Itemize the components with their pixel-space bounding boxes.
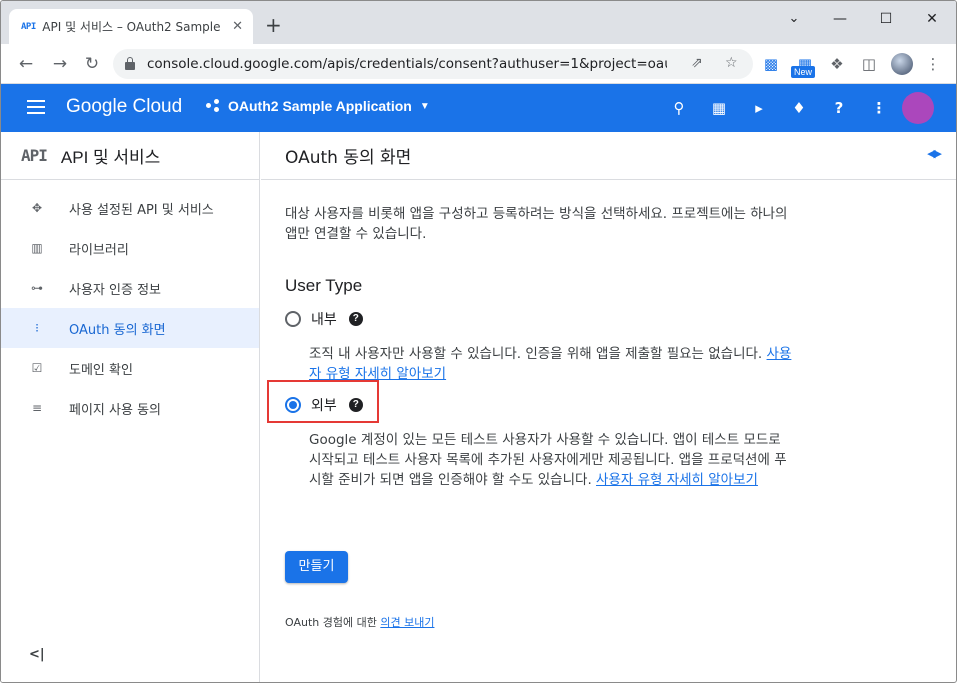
browser-tab[interactable]: API API 및 서비스 – OAuth2 Sample ✕ [9,9,253,44]
new-badge: New [791,66,816,78]
external-learn-more-link[interactable]: 사용자 유형 자세히 알아보기 [596,472,758,488]
internal-description: 조직 내 사용자만 사용할 수 있습니다. 인증을 위해 앱을 제출할 필요는 … [309,344,794,384]
internal-option[interactable]: 내부 ? [285,309,363,329]
collapse-sidebar-icon[interactable]: <| [29,647,45,662]
tab-strip: API API 및 서비스 – OAuth2 Sample ✕ + ⌄ — ☐ … [1,1,956,44]
external-radio[interactable] [285,397,301,413]
address-bar[interactable]: console.cloud.google.com/apis/credential… [113,49,753,79]
chrome-menu-icon[interactable]: ⋮ [921,52,945,76]
user-avatar[interactable] [902,92,934,124]
search-icon[interactable]: ⚲ [668,97,690,119]
sidebar-item-page-usage-agreements[interactable]: ≡ 페이지 사용 동의 [1,388,259,428]
project-name: OAuth2 Sample Application [228,98,412,114]
reload-button[interactable]: ↻ [81,53,103,75]
new-tab-button[interactable]: + [265,15,282,35]
share-icon[interactable]: ⇗ [691,55,703,71]
external-label[interactable]: 외부 [311,395,337,415]
consent-icon: ⁝ [35,321,39,335]
internal-label[interactable]: 내부 [311,309,337,329]
sidebar-item-credentials[interactable]: ⊶ 사용자 인증 정보 [1,268,259,308]
user-type-heading: User Type [285,276,363,295]
intro-text: 대상 사용자를 비롯해 앱을 구성하고 등록하려는 방식을 선택하세요. 프로젝… [285,206,788,242]
internal-help-icon[interactable]: ? [348,312,363,326]
tab-close-icon[interactable]: ✕ [232,19,243,34]
google-cloud-logo[interactable]: Google Cloud [66,96,182,118]
project-selector[interactable]: OAuth2 Sample Application ▼ [206,98,430,114]
cloud-shell-icon[interactable]: ▸ [748,97,770,119]
checkbox-icon: ☑ [31,361,43,375]
sidebar-item-label: 페이지 사용 동의 [69,402,161,418]
maximize-button[interactable]: ☐ [863,9,909,29]
translate-extension-icon[interactable]: ▩ [759,52,783,76]
settings-list-icon: ≡ [31,401,43,415]
gift-icon[interactable]: ▦ [708,97,730,119]
chevron-down-icon: ▼ [419,100,430,112]
browser-toolbar: ← → ↻ console.cloud.google.com/apis/cred… [1,44,956,84]
sidebar-title: API 및 서비스 [60,148,161,167]
back-button[interactable]: ← [15,53,37,75]
internal-radio[interactable] [285,311,301,327]
sidebar-item-enabled-apis[interactable]: ✥ 사용 설정된 API 및 서비스 [1,188,259,228]
sidebar: API API 및 서비스 ✥ 사용 설정된 API 및 서비스 ▥ 라이브러리… [1,132,260,682]
enabled-apis-icon: ✥ [31,201,43,215]
api-icon: API [21,146,48,165]
minimize-button[interactable]: — [817,9,863,29]
sidebar-item-oauth-consent[interactable]: ⁝ OAuth 동의 화면 [1,308,259,348]
toggle-info-panel-icon[interactable]: ◀▶ [927,147,942,160]
bookmark-star-icon[interactable]: ☆ [725,55,738,71]
puzzle-extensions-icon[interactable]: ❖ [825,52,849,76]
sidebar-item-label: 사용 설정된 API 및 서비스 [69,202,214,218]
sidebar-item-library[interactable]: ▥ 라이브러리 [1,228,259,268]
menu-icon[interactable] [27,100,45,114]
close-window-button[interactable]: ✕ [909,9,955,29]
notifications-bell-icon[interactable]: ♦ [788,97,810,119]
external-option[interactable]: 외부 ? [285,395,363,415]
lock-icon [125,57,135,70]
tab-title: API 및 서비스 – OAuth2 Sample [42,20,221,34]
internal-desc-text: 조직 내 사용자만 사용할 수 있습니다. 인증을 위해 앱을 제출할 필요는 … [309,346,763,362]
help-icon[interactable]: ? [828,97,850,119]
sidebar-nav: ✥ 사용 설정된 API 및 서비스 ▥ 라이브러리 ⊶ 사용자 인증 정보 ⁝… [1,180,259,428]
cloud-header: Google Cloud OAuth2 Sample Application ▼… [1,84,956,132]
browser-window: API API 및 서비스 – OAuth2 Sample ✕ + ⌄ — ☐ … [0,0,957,683]
sidebar-header: API API 및 서비스 [1,132,259,180]
project-icon [206,99,220,113]
external-help-icon[interactable]: ? [348,398,363,412]
sidebar-item-label: 도메인 확인 [69,362,133,378]
tab-search-button[interactable]: ⌄ [771,9,817,29]
library-icon: ▥ [31,241,43,255]
key-icon: ⊶ [31,281,43,295]
sidebar-item-label: 사용자 인증 정보 [69,282,161,298]
more-options-icon[interactable]: ⋮ [868,97,890,119]
feedback-line: OAuth 경험에 대한 의견 보내기 [285,614,434,630]
url-text: console.cloud.google.com/apis/credential… [147,56,667,72]
forward-button[interactable]: → [49,53,71,75]
page-title: OAuth 동의 화면 [261,132,956,180]
feedback-text: OAuth 경험에 대한 [285,616,377,629]
side-panel-icon[interactable]: ◫ [857,52,881,76]
sidebar-item-domain-verification[interactable]: ☑ 도메인 확인 [1,348,259,388]
sidebar-item-label: 라이브러리 [69,242,129,258]
external-description: Google 계정이 있는 모든 테스트 사용자가 사용할 수 있습니다. 앱이… [309,430,794,490]
api-favicon-icon: API [21,21,36,32]
sidebar-item-label: OAuth 동의 화면 [69,322,166,338]
send-feedback-link[interactable]: 의견 보내기 [380,616,434,629]
create-button[interactable]: 만들기 [285,551,348,583]
profile-avatar[interactable] [891,53,913,75]
main-content: OAuth 동의 화면 ◀▶ 대상 사용자를 비롯해 앱을 구성하고 등록하려는… [261,132,956,682]
